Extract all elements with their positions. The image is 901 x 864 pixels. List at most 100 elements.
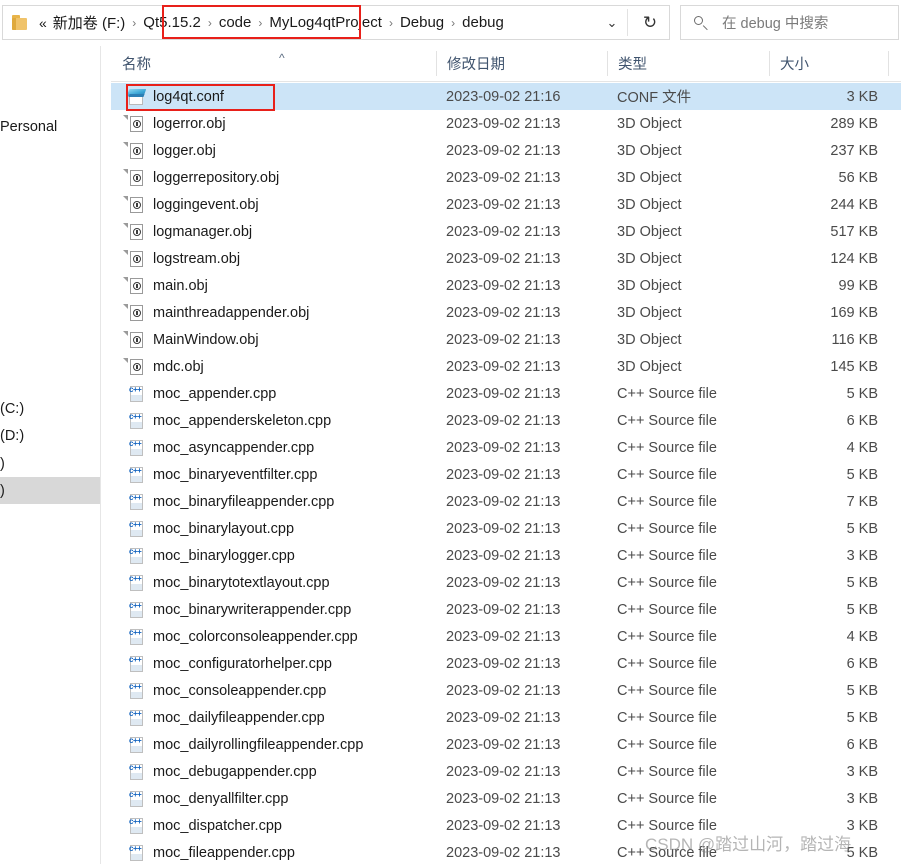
file-icon-wrapper bbox=[123, 331, 146, 349]
file-row[interactable]: c++ moc_binaryeventfilter.cpp 2023-09-02 2… bbox=[111, 461, 901, 488]
sidebar-item-4[interactable]: ) bbox=[0, 477, 101, 504]
file-row[interactable]: c++ moc_appender.cpp 2023-09-02 21:13 C++ S… bbox=[111, 380, 901, 407]
address-bar-divider bbox=[627, 9, 628, 36]
breadcrumb-separator-icon[interactable]: › bbox=[255, 16, 265, 30]
breadcrumb-separator-icon[interactable]: › bbox=[448, 16, 458, 30]
file-icon-wrapper: c++ bbox=[128, 412, 146, 430]
column-header-date[interactable]: 修改日期 bbox=[447, 46, 505, 81]
file-icon-wrapper: c++ bbox=[128, 817, 146, 835]
file-row[interactable]: c++ moc_binarywriterappender.cpp 2023-09-0… bbox=[111, 596, 901, 623]
file-size-cell: 56 KB bbox=[838, 169, 879, 186]
sidebar-item-1[interactable]: (C:) bbox=[0, 395, 101, 422]
breadcrumb-item-mylog4qtproject[interactable]: MyLog4qtProject bbox=[265, 12, 386, 33]
file-icon-wrapper: c++ bbox=[128, 790, 146, 808]
breadcrumb-overflow-icon[interactable]: « bbox=[37, 15, 49, 31]
file-name-cell: moc_dispatcher.cpp bbox=[153, 817, 282, 834]
column-resize-handle[interactable] bbox=[769, 51, 770, 76]
file-type-cell: C++ Source file bbox=[617, 439, 717, 456]
search-box[interactable]: 在 debug 中搜索 bbox=[680, 5, 899, 40]
file-date-cell: 2023-09-02 21:13 bbox=[446, 358, 561, 375]
file-type-cell: 3D Object bbox=[617, 196, 682, 213]
file-icon-wrapper bbox=[123, 169, 146, 187]
file-name-cell: moc_fileappender.cpp bbox=[153, 844, 295, 861]
file-row[interactable]: loggerrepository.obj 2023-09-02 21:13 3D O… bbox=[111, 164, 901, 191]
column-resize-handle[interactable] bbox=[888, 51, 889, 76]
navigation-pane[interactable]: Personal (C:) (D:))) bbox=[0, 46, 101, 864]
file-name-cell: mainthreadappender.obj bbox=[153, 304, 310, 321]
sidebar-item-0[interactable]: Personal bbox=[0, 113, 101, 140]
file-icon-wrapper bbox=[123, 142, 146, 160]
file-row[interactable]: log4qt.conf 2023-09-02 21:16 CONF 文件 3 KB bbox=[111, 83, 901, 110]
file-date-cell: 2023-09-02 21:13 bbox=[446, 520, 561, 537]
breadcrumb-separator-icon[interactable]: › bbox=[129, 16, 139, 30]
breadcrumb-item-qt[interactable]: Qt5.15.2 bbox=[139, 12, 205, 33]
file-row[interactable]: c++ moc_binaryfileappender.cpp 2023-09-02 … bbox=[111, 488, 901, 515]
file-type-cell: C++ Source file bbox=[617, 817, 717, 834]
file-name-cell: loggerrepository.obj bbox=[153, 169, 280, 186]
sidebar-item-2[interactable]: (D:) bbox=[0, 422, 101, 449]
file-row[interactable]: c++ moc_consoleappender.cpp 2023-09-02 21:… bbox=[111, 677, 901, 704]
file-name-cell: moc_binaryeventfilter.cpp bbox=[153, 466, 318, 483]
file-date-cell: 2023-09-02 21:13 bbox=[446, 736, 561, 753]
file-row[interactable]: c++ moc_binarytotextlayout.cpp 2023-09-02 … bbox=[111, 569, 901, 596]
breadcrumb-item-drive[interactable]: 新加卷 (F:) bbox=[49, 10, 130, 35]
file-row[interactable]: c++ moc_asyncappender.cpp 2023-09-02 21:13… bbox=[111, 434, 901, 461]
file-row[interactable]: MainWindow.obj 2023-09-02 21:13 3D Object 1… bbox=[111, 326, 901, 353]
breadcrumb-separator-icon[interactable]: › bbox=[386, 16, 396, 30]
file-name-cell: moc_binarywriterappender.cpp bbox=[153, 601, 352, 618]
file-row[interactable]: c++ moc_debugappender.cpp 2023-09-02 21:13… bbox=[111, 758, 901, 785]
file-date-cell: 2023-09-02 21:13 bbox=[446, 817, 561, 834]
breadcrumb-item-debug[interactable]: debug bbox=[458, 12, 508, 33]
file-row[interactable]: c++ moc_appenderskeleton.cpp 2023-09-02 21… bbox=[111, 407, 901, 434]
breadcrumb-separator-icon[interactable]: › bbox=[205, 16, 215, 30]
file-row[interactable]: logstream.obj 2023-09-02 21:13 3D Object 12… bbox=[111, 245, 901, 272]
file-date-cell: 2023-09-02 21:13 bbox=[446, 304, 561, 321]
file-row[interactable]: loggingevent.obj 2023-09-02 21:13 3D Objec… bbox=[111, 191, 901, 218]
column-header-size[interactable]: 大小 bbox=[780, 46, 809, 81]
sidebar-item-3[interactable]: ) bbox=[0, 450, 101, 477]
chevron-down-icon[interactable]: ⌄ bbox=[597, 6, 627, 39]
file-row[interactable]: logmanager.obj 2023-09-02 21:13 3D Object 5… bbox=[111, 218, 901, 245]
file-size-cell: 3 KB bbox=[846, 763, 878, 780]
file-row[interactable]: c++ moc_denyallfilter.cpp 2023-09-02 21:13… bbox=[111, 785, 901, 812]
file-size-cell: 5 KB bbox=[846, 709, 878, 726]
file-name-cell: moc_colorconsoleappender.cpp bbox=[153, 628, 358, 645]
file-row[interactable]: c++ moc_dispatcher.cpp 2023-09-02 21:13 C++… bbox=[111, 812, 901, 839]
file-size-cell: 3 KB bbox=[846, 817, 878, 834]
file-row[interactable]: c++ moc_colorconsoleappender.cpp 2023-09-0… bbox=[111, 623, 901, 650]
search-input[interactable]: 在 debug 中搜索 bbox=[722, 12, 828, 33]
file-type-cell: C++ Source file bbox=[617, 520, 717, 537]
file-list[interactable]: log4qt.conf 2023-09-02 21:16 CONF 文件 3 KB lo… bbox=[111, 83, 901, 864]
file-row[interactable]: logerror.obj 2023-09-02 21:13 3D Object 289… bbox=[111, 110, 901, 137]
file-row[interactable]: mainthreadappender.obj 2023-09-02 21:13 3D… bbox=[111, 299, 901, 326]
breadcrumb-item-Debug[interactable]: Debug bbox=[396, 12, 448, 33]
column-resize-handle[interactable] bbox=[436, 51, 437, 76]
file-row[interactable]: c++ moc_dailyrollingfileappender.cpp 2023-… bbox=[111, 731, 901, 758]
file-row[interactable]: mdc.obj 2023-09-02 21:13 3D Object 145 KB bbox=[111, 353, 901, 380]
file-row[interactable]: c++ moc_configuratorhelper.cpp 2023-09-02 … bbox=[111, 650, 901, 677]
file-size-cell: 7 KB bbox=[846, 493, 878, 510]
file-size-cell: 5 KB bbox=[846, 601, 878, 618]
file-row[interactable]: main.obj 2023-09-02 21:13 3D Object 99 KB bbox=[111, 272, 901, 299]
column-header-row: ^ 名称 修改日期 类型 大小 bbox=[111, 46, 901, 82]
file-icon-wrapper: c++ bbox=[128, 601, 146, 619]
breadcrumb-item-code[interactable]: code bbox=[215, 12, 256, 33]
refresh-icon[interactable]: ↻ bbox=[631, 6, 669, 39]
file-row[interactable]: c++ moc_binarylayout.cpp 2023-09-02 21:13 C… bbox=[111, 515, 901, 542]
column-resize-handle[interactable] bbox=[607, 51, 608, 76]
file-name-cell: moc_binaryfileappender.cpp bbox=[153, 493, 335, 510]
column-header-name[interactable]: 名称 bbox=[122, 46, 151, 81]
file-name-cell: moc_dailyrollingfileappender.cpp bbox=[153, 736, 364, 753]
file-size-cell: 517 KB bbox=[830, 223, 878, 240]
file-date-cell: 2023-09-02 21:13 bbox=[446, 196, 561, 213]
file-row[interactable]: c++ moc_dailyfileappender.cpp 2023-09-02 2… bbox=[111, 704, 901, 731]
column-header-type[interactable]: 类型 bbox=[618, 46, 647, 81]
file-date-cell: 2023-09-02 21:13 bbox=[446, 655, 561, 672]
address-bar[interactable]: « 新加卷 (F:) › Qt5.15.2 › code › MyLog4qtP… bbox=[2, 5, 670, 40]
file-date-cell: 2023-09-02 21:13 bbox=[446, 385, 561, 402]
file-type-cell: C++ Source file bbox=[617, 655, 717, 672]
file-row[interactable]: c++ moc_binarylogger.cpp 2023-09-02 21:13 C… bbox=[111, 542, 901, 569]
file-row[interactable]: c++ moc_fileappender.cpp 2023-09-02 21:13 C… bbox=[111, 839, 901, 864]
file-row[interactable]: logger.obj 2023-09-02 21:13 3D Object 237 K… bbox=[111, 137, 901, 164]
file-size-cell: 5 KB bbox=[846, 574, 878, 591]
